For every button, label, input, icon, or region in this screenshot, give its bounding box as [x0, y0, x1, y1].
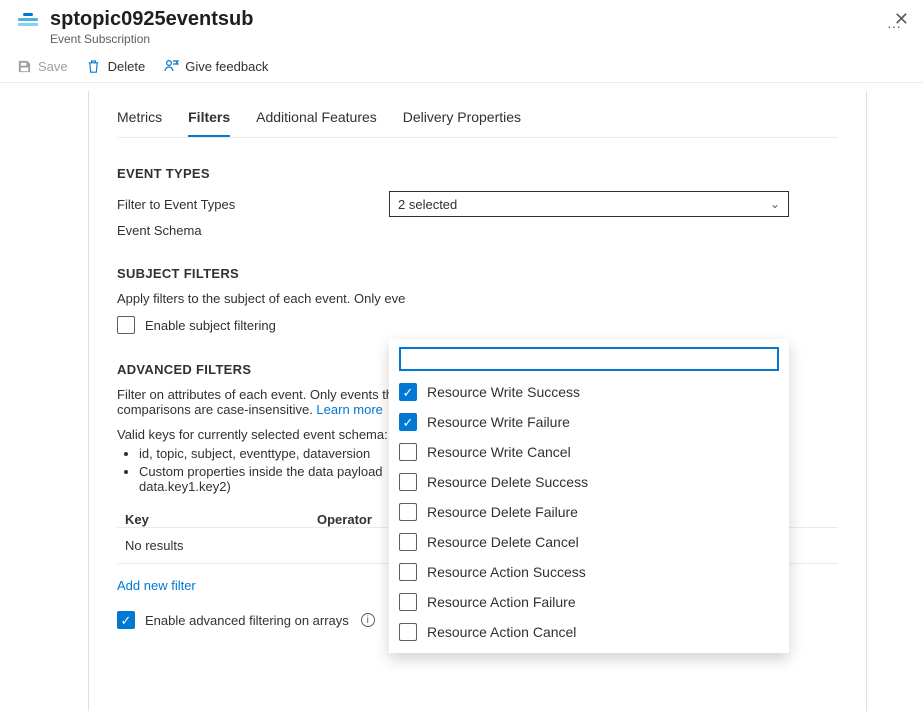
- event-type-option-label: Resource Delete Success: [427, 474, 588, 490]
- subject-filters-heading: SUBJECT FILTERS: [117, 266, 838, 281]
- event-type-option[interactable]: Resource Action Cancel: [395, 617, 783, 647]
- add-new-filter-link[interactable]: Add new filter: [117, 578, 196, 593]
- event-type-option-label: Resource Delete Failure: [427, 504, 578, 520]
- event-types-heading: EVENT TYPES: [117, 166, 838, 181]
- event-schema-label: Event Schema: [117, 223, 389, 238]
- tab-metrics[interactable]: Metrics: [117, 101, 162, 137]
- learn-more-link[interactable]: Learn more: [316, 402, 382, 417]
- section-event-types: EVENT TYPES Filter to Event Types 2 sele…: [117, 166, 838, 238]
- filter-event-types-label: Filter to Event Types: [117, 197, 389, 212]
- event-type-option[interactable]: Resource Action Success: [395, 557, 783, 587]
- checkbox-checked-icon: [117, 611, 135, 629]
- close-icon[interactable]: ✕: [894, 10, 909, 28]
- info-icon[interactable]: i: [361, 613, 375, 627]
- save-button: Save: [16, 58, 68, 74]
- enable-subject-filtering-label: Enable subject filtering: [145, 318, 276, 333]
- event-type-option-label: Resource Action Success: [427, 564, 586, 580]
- checkbox-checked-icon: [399, 413, 417, 431]
- page-subtitle: Event Subscription: [50, 32, 875, 46]
- tab-additional-features[interactable]: Additional Features: [256, 101, 377, 137]
- event-type-option[interactable]: Resource Action Failure: [395, 587, 783, 617]
- column-key: Key: [117, 512, 317, 527]
- event-type-option[interactable]: Resource Write Success: [395, 377, 783, 407]
- event-type-option-label: Resource Write Success: [427, 384, 580, 400]
- checkbox-empty-icon: [399, 533, 417, 551]
- checkbox-empty-icon: [399, 473, 417, 491]
- checkbox-empty-icon: [117, 316, 135, 334]
- page-title: sptopic0925eventsub: [50, 6, 875, 32]
- delete-icon: [86, 58, 102, 74]
- feedback-button[interactable]: Give feedback: [163, 58, 268, 74]
- delete-label: Delete: [108, 59, 146, 74]
- tab-filters[interactable]: Filters: [188, 101, 230, 137]
- subject-filters-desc: Apply filters to the subject of each eve…: [117, 291, 838, 306]
- blade-content: Metrics Filters Additional Features Deli…: [88, 91, 867, 711]
- save-label: Save: [38, 59, 68, 74]
- event-types-dropdown-panel: Resource Write Success Resource Write Fai…: [389, 339, 789, 653]
- section-subject-filters: SUBJECT FILTERS Apply filters to the sub…: [117, 266, 838, 334]
- checkbox-empty-icon: [399, 443, 417, 461]
- page-header: sptopic0925eventsub Event Subscription ·…: [0, 0, 923, 50]
- checkbox-empty-icon: [399, 593, 417, 611]
- command-bar: Save Delete Give feedback: [0, 50, 923, 83]
- event-type-option[interactable]: Resource Delete Failure: [395, 497, 783, 527]
- event-type-option-label: Resource Delete Cancel: [427, 534, 579, 550]
- event-types-dropdown[interactable]: 2 selected ⌄: [389, 191, 789, 217]
- enable-subject-filtering-checkbox[interactable]: Enable subject filtering: [117, 316, 838, 334]
- resource-icon: [16, 10, 40, 34]
- event-type-option[interactable]: Resource Delete Cancel: [395, 527, 783, 557]
- event-type-option-label: Resource Write Cancel: [427, 444, 571, 460]
- event-type-option-label: Resource Action Failure: [427, 594, 576, 610]
- event-type-option[interactable]: Resource Write Failure: [395, 407, 783, 437]
- dropdown-search-input[interactable]: [399, 347, 779, 371]
- tab-delivery-properties[interactable]: Delivery Properties: [403, 101, 521, 137]
- event-type-option[interactable]: Resource Write Cancel: [395, 437, 783, 467]
- checkbox-empty-icon: [399, 563, 417, 581]
- event-type-option-label: Resource Write Failure: [427, 414, 570, 430]
- event-types-selected-text: 2 selected: [398, 197, 457, 212]
- feedback-icon: [163, 58, 179, 74]
- feedback-label: Give feedback: [185, 59, 268, 74]
- event-type-option[interactable]: Resource Delete Success: [395, 467, 783, 497]
- checkbox-checked-icon: [399, 383, 417, 401]
- save-icon: [16, 58, 32, 74]
- delete-button[interactable]: Delete: [86, 58, 146, 74]
- checkbox-empty-icon: [399, 503, 417, 521]
- event-type-option-label: Resource Action Cancel: [427, 624, 576, 640]
- tab-strip: Metrics Filters Additional Features Deli…: [117, 91, 838, 138]
- enable-advanced-arrays-label: Enable advanced filtering on arrays: [145, 613, 349, 628]
- checkbox-empty-icon: [399, 623, 417, 641]
- chevron-down-icon: ⌄: [770, 197, 780, 211]
